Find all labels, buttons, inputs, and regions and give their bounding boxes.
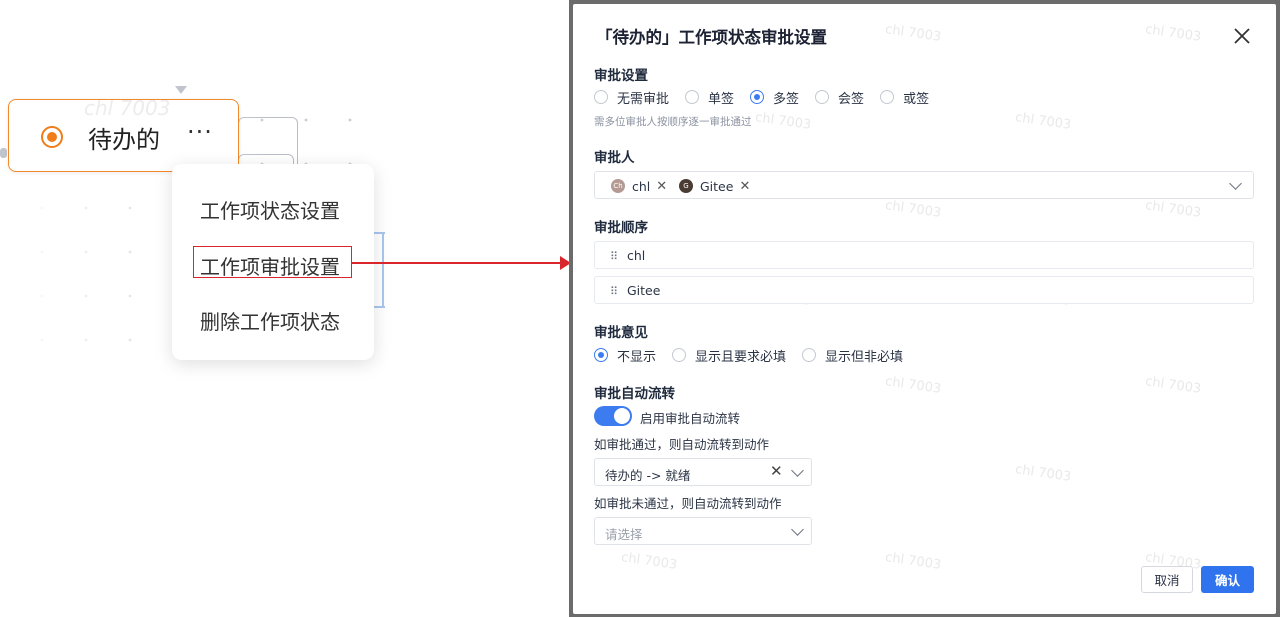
auto-flow-toggle[interactable]	[594, 406, 632, 426]
approval-opinion-label: 审批意见	[594, 325, 648, 341]
radio-show-required[interactable]: 显示且要求必填	[672, 346, 786, 365]
watermark: chl 7003	[1014, 110, 1072, 133]
node-label: 待办的	[88, 126, 160, 154]
auto-flow-label: 审批自动流转	[594, 386, 675, 402]
opinion-radio-group: 不显示 显示且要求必填 显示但非必填	[594, 346, 919, 365]
fail-action-label: 如审批未通过，则自动流转到动作	[594, 496, 782, 511]
radio-label: 显示且要求必填	[695, 349, 787, 365]
radio-circle-icon	[880, 90, 895, 104]
watermark: chl 7003	[884, 198, 942, 221]
radio-or-sign[interactable]: 或签	[880, 88, 929, 107]
order-list-item[interactable]: ⠿ Gitee	[594, 276, 1254, 304]
avatar: Ch	[611, 179, 625, 193]
close-icon[interactable]	[1233, 27, 1251, 45]
approvers-select[interactable]: Ch chl ✕ G Gitee ✕	[594, 171, 1254, 199]
more-options-icon[interactable]: ···	[187, 118, 213, 146]
chevron-down-icon	[1229, 177, 1242, 190]
approver-tag: G Gitee ✕	[679, 178, 750, 194]
node-anchor-left[interactable]	[0, 148, 7, 158]
radio-no-approval[interactable]: 无需审批	[594, 88, 669, 107]
radio-label: 不显示	[617, 349, 657, 365]
approver-name: Gitee	[700, 178, 734, 194]
radio-label: 或签	[903, 91, 930, 107]
auto-flow-toggle-label: 启用审批自动流转	[640, 411, 741, 426]
approval-settings-modal: chl 7003 chl 7003 chl 7003 chl 7003 chl …	[573, 4, 1276, 614]
watermark: chl 7003	[884, 374, 942, 397]
radio-circle-icon	[594, 90, 608, 104]
highlight-box	[193, 246, 352, 278]
fail-action-placeholder: 请选择	[605, 527, 643, 542]
pass-action-select[interactable]: 待办的 -> 就绪 ✕	[594, 458, 812, 486]
watermark: chl 7003	[1144, 374, 1202, 397]
cancel-button[interactable]: 取消	[1141, 566, 1193, 593]
radio-circle-icon	[672, 348, 687, 362]
order-item-label: chl	[627, 248, 646, 263]
radio-single-sign[interactable]: 单签	[685, 88, 734, 107]
radio-checked-icon	[594, 348, 608, 362]
watermark: chl 7003	[884, 550, 942, 573]
order-list-item[interactable]: ⠿ chl	[594, 241, 1254, 269]
menu-item-delete-status[interactable]: 删除工作项状态	[200, 306, 340, 335]
confirm-button[interactable]: 确认	[1201, 566, 1254, 593]
watermark: chl 7003	[84, 96, 171, 120]
radio-circle-icon	[802, 348, 817, 362]
watermark: chl 7003	[754, 110, 812, 133]
modal-title: 「待办的」工作项状态审批设置	[596, 28, 827, 47]
radio-circle-icon	[815, 90, 830, 104]
approval-settings-label: 审批设置	[594, 68, 648, 84]
drag-handle-icon[interactable]: ⠿	[610, 285, 618, 298]
node-anchor-top[interactable]	[175, 86, 187, 94]
remove-tag-icon[interactable]: ✕	[739, 179, 750, 194]
avatar: G	[679, 179, 693, 193]
approval-type-radio-group: 无需审批 单签 多签 会签 或签	[594, 88, 945, 107]
pass-action-value: 待办的 -> 就绪	[605, 468, 691, 483]
radio-label: 多签	[773, 91, 800, 107]
radio-label: 无需审批	[617, 91, 670, 107]
radio-label: 单签	[708, 91, 735, 107]
approver-name: chl	[632, 178, 651, 194]
menu-item-status-settings[interactable]: 工作项状态设置	[200, 195, 340, 224]
drag-handle-icon[interactable]: ⠿	[610, 250, 618, 263]
approver-tag: Ch chl ✕	[611, 178, 667, 194]
remove-tag-icon[interactable]: ✕	[656, 179, 667, 194]
radio-circle-icon	[685, 90, 700, 104]
order-item-label: Gitee	[627, 283, 661, 298]
radio-label: 会签	[838, 91, 865, 107]
clear-icon[interactable]: ✕	[770, 462, 783, 480]
radio-joint-sign[interactable]: 会签	[815, 88, 864, 107]
radio-multi-sign[interactable]: 多签	[750, 88, 799, 107]
radio-show-optional[interactable]: 显示但非必填	[802, 346, 903, 365]
watermark: chl 7003	[1144, 198, 1202, 221]
radio-checked-icon	[750, 90, 765, 104]
watermark: chl 7003	[1014, 462, 1072, 485]
chevron-down-icon	[791, 464, 804, 477]
watermark: chl 7003	[1144, 22, 1202, 45]
status-radio-icon	[41, 126, 63, 148]
approval-order-label: 审批顺序	[594, 220, 648, 236]
radio-label: 显示但非必填	[825, 349, 904, 365]
approval-hint: 需多位审批人按顺序逐一审批通过	[594, 116, 752, 128]
approvers-label: 审批人	[594, 150, 635, 166]
annotation-arrow-line	[352, 262, 564, 264]
fail-action-select[interactable]: 请选择	[594, 517, 812, 545]
watermark: chl 7003	[884, 22, 942, 45]
pass-action-label: 如审批通过，则自动流转到动作	[594, 437, 770, 452]
chevron-down-icon	[791, 523, 804, 536]
radio-hide-opinion[interactable]: 不显示	[594, 346, 656, 365]
watermark: chl 7003	[620, 550, 678, 573]
